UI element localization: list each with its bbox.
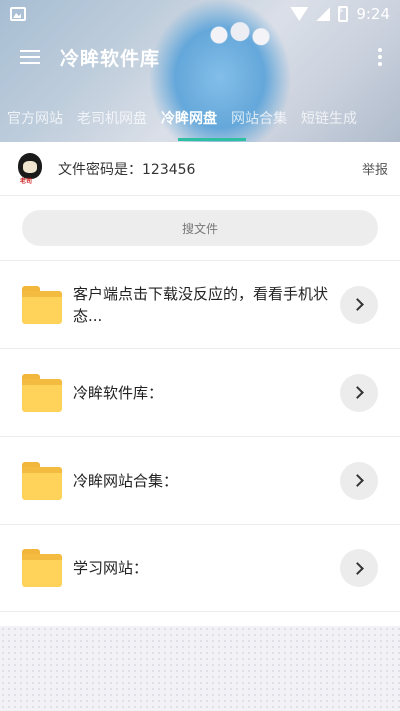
list-item-title: 学习网站：	[73, 559, 149, 577]
list-item[interactable]: 客户端点击下载没反应的，看看手机状态...	[0, 260, 400, 348]
gallery-notification-icon	[10, 7, 26, 21]
list-item-title: 冷眸网站合集：	[73, 471, 179, 490]
search-label: 搜文件	[181, 221, 218, 236]
signal-icon	[316, 7, 331, 21]
app-title: 冷眸软件库	[60, 47, 161, 70]
folder-icon	[22, 549, 62, 587]
tab-official-site[interactable]: 官方网站	[0, 108, 70, 128]
status-bar: 9:24	[0, 0, 400, 28]
chevron-right-icon[interactable]	[340, 549, 378, 587]
list-item-title: 客户端点击下载没反应的，看看手机状态...	[73, 284, 329, 325]
folder-icon	[22, 373, 62, 412]
wifi-icon	[290, 7, 309, 21]
chevron-right-icon[interactable]	[340, 373, 378, 412]
tab-bar: 官方网站 老司机网盘 冷眸网盘 网站合集 短链生成	[0, 98, 400, 138]
search-files-button[interactable]: 搜文件	[22, 210, 378, 246]
report-link[interactable]: 举报	[362, 159, 388, 178]
chevron-right-icon[interactable]	[340, 285, 378, 324]
list-item[interactable]: 冷眸软件库：	[0, 348, 400, 436]
list-item-title: 冷眸软件库：	[73, 383, 164, 402]
tab-lengmou-disk[interactable]: 冷眸网盘	[154, 108, 224, 128]
tab-site-collection[interactable]: 网站合集	[224, 108, 294, 128]
empty-area	[0, 612, 400, 711]
folder-icon	[22, 285, 62, 324]
more-options-icon[interactable]	[360, 32, 400, 82]
password-info-row: 老司 文件密码是：123456 举报	[0, 142, 400, 196]
chevron-right-icon[interactable]	[340, 461, 378, 500]
active-tab-indicator	[178, 138, 246, 141]
list-item[interactable]: 学习网站：	[0, 524, 400, 612]
file-password-text: 文件密码是：123456	[58, 161, 196, 178]
tab-old-driver-disk[interactable]: 老司机网盘	[70, 108, 154, 128]
status-time: 9:24	[356, 5, 390, 23]
file-list-panel: 老司 文件密码是：123456 举报 搜文件 客户端点击下载没反应的，看看手机状…	[0, 142, 400, 626]
hamburger-menu-icon[interactable]	[0, 32, 60, 82]
list-item[interactable]: 冷眸网站合集：	[0, 436, 400, 524]
app-toolbar: 冷眸软件库	[0, 32, 400, 82]
avatar: 老司	[12, 150, 48, 187]
folder-icon	[22, 461, 62, 500]
tab-short-link[interactable]: 短链生成	[294, 108, 364, 128]
battery-charging-icon	[337, 6, 349, 22]
